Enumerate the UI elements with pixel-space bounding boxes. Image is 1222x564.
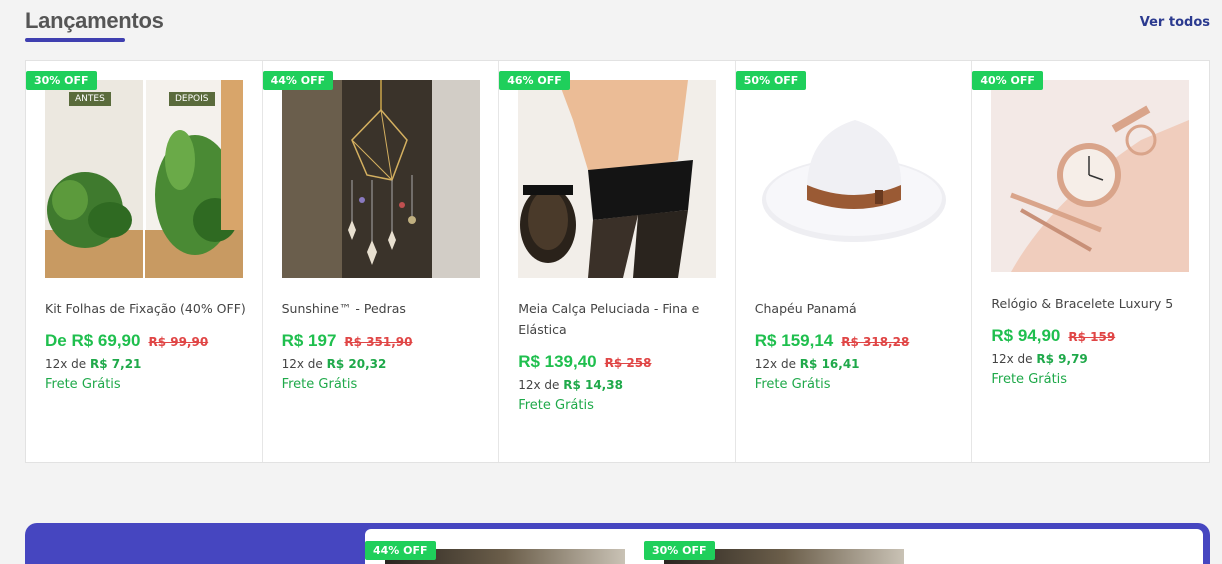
installment: 12x de R$ 16,41 xyxy=(754,357,860,371)
shipping-label: Frete Grátis xyxy=(991,372,1068,387)
shipping-label: Frete Grátis xyxy=(281,377,358,392)
old-price: R$ 99,90 xyxy=(148,335,209,349)
product-price: R$ 139,40 xyxy=(518,352,597,371)
product-name[interactable]: Kit Folhas de Fixação (40% OFF) xyxy=(45,298,250,319)
discount-badge: 30% OFF xyxy=(26,71,97,90)
product-price: R$ 94,90 xyxy=(991,326,1061,345)
product-name[interactable]: Meia Calça Peluciada - Fina e Elástica xyxy=(518,298,723,340)
installment: 12x de R$ 9,79 xyxy=(991,352,1088,366)
product-image[interactable] xyxy=(991,80,1190,272)
discount-badge: 46% OFF xyxy=(499,71,570,90)
installment: 12x de R$ 7,21 xyxy=(45,357,142,371)
section-header: Lançamentos xyxy=(25,8,164,42)
product-grid: 30% OFF ANTES DEPOIS Kit Folhas de Fixaç… xyxy=(25,60,1210,463)
product-info: Meia Calça Peluciada - Fina e Elástica R… xyxy=(518,298,723,413)
old-price: R$ 318,28 xyxy=(841,335,910,349)
discount-badge: 44% OFF xyxy=(262,71,334,90)
product-image[interactable] xyxy=(754,80,953,278)
product-price: R$ 159,14 xyxy=(754,331,834,350)
discount-badge: 30% OFF xyxy=(644,541,715,560)
product-image[interactable] xyxy=(281,80,480,278)
product-price: De R$ 69,90 xyxy=(45,331,141,350)
product-price: R$ 197 xyxy=(281,331,337,350)
old-price: R$ 159 xyxy=(1068,330,1116,344)
discount-badge: 40% OFF xyxy=(972,71,1043,90)
product-card[interactable]: 44% OFF Sunshine™ - Pedras R$ 197 R$ 351… xyxy=(262,61,500,462)
shipping-label: Frete Grátis xyxy=(518,398,594,413)
old-price: R$ 258 xyxy=(604,356,652,370)
installment: 12x de R$ 20,32 xyxy=(281,357,387,371)
section-title: Lançamentos xyxy=(25,8,164,33)
product-name[interactable]: Relógio & Bracelete Luxury 5 xyxy=(991,293,1197,314)
product-info: Chapéu Panamá R$ 159,14 R$ 318,28 12x de… xyxy=(755,298,960,392)
product-card[interactable]: 40% OFF Relógio & Bracelete Luxury 5 R$ … xyxy=(972,61,1209,462)
installment: 12x de R$ 14,38 xyxy=(518,378,623,392)
shipping-label: Frete Grátis xyxy=(45,377,121,392)
title-underline xyxy=(25,38,125,42)
product-card[interactable]: 46% OFF Meia Calça Peluciada - Fina e El… xyxy=(499,61,736,462)
product-name[interactable]: Sunshine™ - Pedras xyxy=(282,298,487,319)
product-info: Relógio & Bracelete Luxury 5 R$ 94,90 R$… xyxy=(991,293,1197,387)
old-price: R$ 351,90 xyxy=(344,335,413,349)
product-card[interactable]: 50% OFF Chapéu Panamá R$ 159,14 R$ 318,2… xyxy=(735,61,973,462)
product-name[interactable]: Chapéu Panamá xyxy=(755,298,960,319)
discount-badge: 44% OFF xyxy=(365,541,436,560)
product-info: Kit Folhas de Fixação (40% OFF) De R$ 69… xyxy=(45,298,250,392)
shipping-label: Frete Grátis xyxy=(754,377,831,392)
product-image[interactable]: ANTES DEPOIS xyxy=(45,80,243,278)
after-tag: DEPOIS xyxy=(169,92,215,106)
before-tag: ANTES xyxy=(69,92,111,106)
discount-badge: 50% OFF xyxy=(735,71,807,90)
product-image[interactable] xyxy=(518,80,717,278)
see-all-link[interactable]: Ver todos xyxy=(1140,15,1210,30)
product-info: Sunshine™ - Pedras R$ 197 R$ 351,90 12x … xyxy=(282,298,487,392)
product-card[interactable]: 30% OFF ANTES DEPOIS Kit Folhas de Fixaç… xyxy=(26,61,263,462)
